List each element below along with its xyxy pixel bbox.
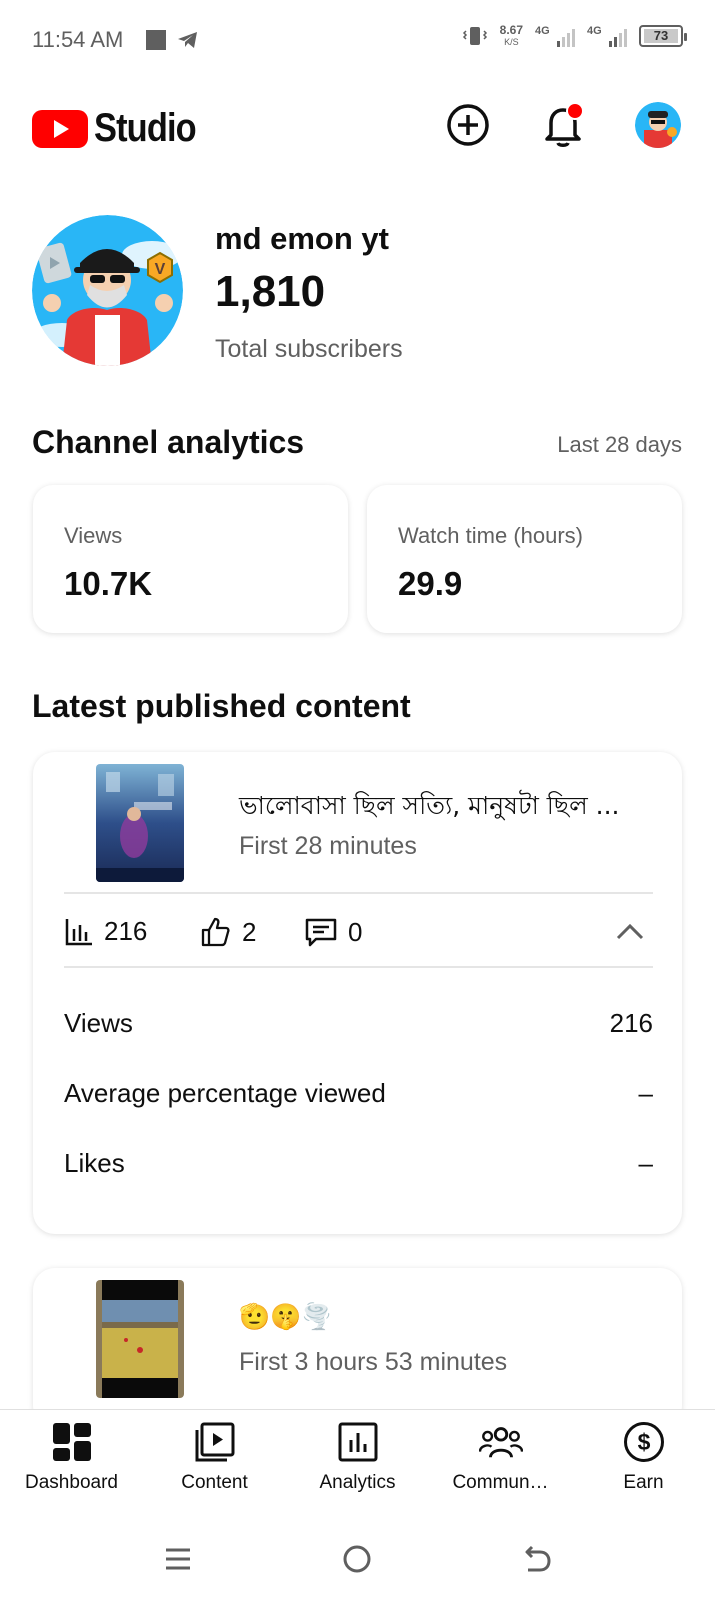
video-title[interactable]: ভালোবাসা ছিল সত্যি, মানুষটা ছিল ... <box>239 786 620 829</box>
back-icon <box>525 1545 551 1572</box>
home-button[interactable] <box>337 1539 377 1579</box>
nav-label: Dashboard <box>25 1472 118 1493</box>
home-circle-icon <box>343 1545 371 1573</box>
bottom-navigation: Dashboard Content Analytics Commun… $ Ea… <box>0 1409 715 1519</box>
telegram-icon <box>178 32 197 48</box>
account-avatar[interactable] <box>635 102 681 148</box>
latest-content-title: Latest published content <box>32 688 411 724</box>
svg-text:$: $ <box>637 1429 650 1455</box>
nav-label: Earn <box>623 1472 664 1493</box>
detail-label: Likes <box>64 1148 125 1178</box>
system-navigation-bar <box>0 1519 715 1600</box>
nav-earn[interactable]: $ Earn <box>572 1420 715 1494</box>
app-header: Studio <box>0 90 715 165</box>
subscriber-label: Total subscribers <box>215 335 403 363</box>
divider <box>64 966 653 968</box>
detail-value: – <box>638 1078 653 1108</box>
bell-icon <box>545 102 584 147</box>
bar-chart-icon <box>65 918 92 945</box>
community-icon <box>478 1427 523 1458</box>
nav-dashboard[interactable]: Dashboard <box>0 1420 143 1494</box>
youtube-studio-logo[interactable]: Studio <box>32 106 212 151</box>
thumb-up-icon <box>201 917 230 947</box>
channel-name: md emon yt <box>215 221 389 256</box>
channel-summary: V md emon yt 1,810 Total subscribers <box>32 215 682 366</box>
comment-icon <box>305 918 337 947</box>
content-icon <box>195 1422 234 1462</box>
detail-row-avg-percentage: Average percentage viewed – <box>64 1078 653 1109</box>
nav-label: Content <box>181 1472 248 1493</box>
plus-circle-icon <box>447 104 489 146</box>
notification-badge <box>566 102 584 120</box>
signal-1-icon: 4G <box>535 25 575 47</box>
menu-icon <box>166 1548 190 1570</box>
likes-count: 2 <box>242 916 257 947</box>
signal-2-icon: 4G <box>587 25 627 47</box>
analytics-period: Last 28 days <box>557 432 682 457</box>
content-card: 🫡🤫🌪️ First 3 hours 53 minutes <box>33 1268 682 1428</box>
chevron-up-icon[interactable] <box>615 920 645 944</box>
svg-text:V: V <box>155 261 166 278</box>
likes-metric: 2 <box>200 916 256 948</box>
detail-row-views: Views 216 <box>64 1008 653 1039</box>
channel-avatar[interactable]: V <box>32 215 183 366</box>
watch-time-card[interactable]: Watch time (hours) 29.9 <box>367 485 682 633</box>
nav-community[interactable]: Commun… <box>429 1420 572 1494</box>
analytics-icon <box>338 1422 377 1462</box>
comments-metric: 0 <box>304 916 362 948</box>
stat-value: 10.7K <box>64 565 153 602</box>
comments-count: 0 <box>348 916 363 947</box>
recents-button[interactable] <box>158 1539 198 1579</box>
channel-analytics-title: Channel analytics <box>32 424 305 460</box>
create-button[interactable] <box>443 100 493 150</box>
nav-content[interactable]: Content <box>143 1420 286 1494</box>
back-button[interactable] <box>517 1539 557 1579</box>
views-metric: 216 <box>64 916 147 947</box>
detail-value: 216 <box>609 1008 653 1038</box>
video-period: First 28 minutes <box>239 832 417 860</box>
video-title[interactable]: 🫡🤫🌪️ <box>239 1302 332 1332</box>
nav-label: Analytics <box>319 1472 396 1493</box>
notifications-button[interactable] <box>538 100 588 150</box>
divider <box>64 892 653 894</box>
stat-label: Views <box>64 523 123 548</box>
nav-label: Commun… <box>452 1472 549 1493</box>
views-count: 216 <box>104 916 148 946</box>
status-bar: 11:54 AM 8.67 K/S 4G 4G 73 <box>0 0 715 80</box>
network-speed: 8.67 K/S <box>499 23 523 47</box>
vibrate-icon <box>462 27 487 45</box>
stat-label: Watch time (hours) <box>398 523 584 548</box>
status-time: 11:54 AM <box>32 27 124 52</box>
youtube-logo-icon <box>32 109 88 148</box>
nav-analytics[interactable]: Analytics <box>286 1420 429 1494</box>
battery-icon: 73 <box>639 25 687 47</box>
notification-square-icon <box>146 30 166 50</box>
brand-text: Studio <box>94 106 197 150</box>
earn-icon: $ <box>623 1422 664 1462</box>
detail-value: – <box>638 1148 653 1178</box>
subscriber-count: 1,810 <box>215 267 326 316</box>
video-thumbnail[interactable] <box>96 764 184 882</box>
detail-row-likes: Likes – <box>64 1148 653 1179</box>
dashboard-icon <box>52 1423 91 1461</box>
views-card[interactable]: Views 10.7K <box>33 485 348 633</box>
detail-label: Views <box>64 1008 133 1038</box>
video-period: First 3 hours 53 minutes <box>239 1348 508 1376</box>
detail-label: Average percentage viewed <box>64 1078 386 1108</box>
stat-value: 29.9 <box>398 565 463 602</box>
status-indicators: 8.67 K/S 4G 4G 73 <box>462 23 687 48</box>
video-metrics-row: 216 2 0 <box>64 902 653 962</box>
video-thumbnail[interactable] <box>96 1280 184 1398</box>
content-card: ভালোবাসা ছিল সত্যি, মানুষটা ছিল ... Firs… <box>33 752 682 1234</box>
